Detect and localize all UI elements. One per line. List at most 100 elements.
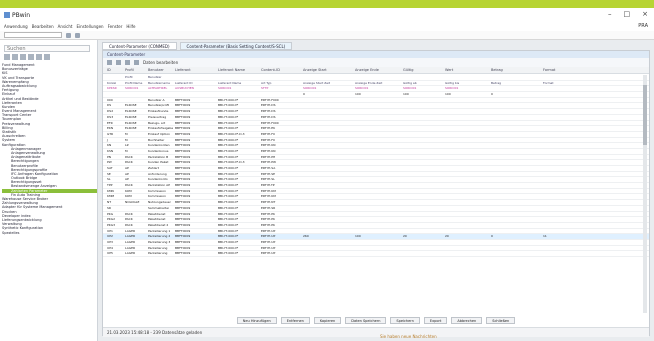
home-icon[interactable] [4,54,10,60]
refresh-icon[interactable] [75,32,80,38]
tree-item[interactable]: Spezielles [2,231,97,235]
table-cell: SORIO01 [303,86,317,91]
favorites-icon[interactable] [12,54,18,60]
table-cell: KPKSR [107,86,117,91]
table-cell: ERTYP-PW [261,160,277,165]
footer-button[interactable]: Entfernen [280,317,310,324]
panel-toolbar: Daten bearbeiten [103,58,649,67]
table-cell: BBI-YT-000-YF [218,126,239,131]
table-cell: BBI-YT-000-YF [218,205,239,210]
menu-item[interactable]: Bearbeiten [32,24,54,29]
table-cell: KN [107,143,112,148]
column-header[interactable]: Betrag [491,68,503,72]
table-cell: BBI-YT-000-YF [218,166,239,170]
column-header[interactable]: Format [543,68,555,72]
table-cell: ERTYP-SL [261,177,275,182]
table-cell: KOM [125,188,132,193]
table-cell: Paketdienst [148,211,166,216]
menu-item[interactable]: Einstellungen [76,24,103,29]
footer-button[interactable]: Export [423,317,448,324]
table-cell: BBFT0009 [175,234,191,239]
toolbar-combobox[interactable] [4,32,62,38]
column-header[interactable]: Wert [445,68,453,72]
document-tab[interactable]: Content-Parameter (CONMED) [102,42,177,50]
table-cell: BBFT0009 [175,143,191,148]
table-cell: Anzeige Start Zeit [303,80,331,85]
filter-icon[interactable] [36,54,42,60]
table-cell: ERTYP-F0 [261,137,275,142]
table-cell: Kundenkonten [148,143,170,148]
sidebar-search-input[interactable]: Suchen [4,45,90,52]
table-cell: M [125,131,128,136]
table-row[interactable]: UP5 LAGER Packetierung BBFT0009 BBI-YT-000-Y… [103,251,649,257]
table-cell: LZ [125,143,129,148]
column-header[interactable]: Anzeige Ende [355,68,379,72]
column-header[interactable]: Profil [125,68,134,72]
table-cell: ERTYP-UP [261,228,276,233]
table-cell: Einkauf Option [148,131,171,136]
column-header[interactable]: Benutzer [148,68,164,72]
history-icon[interactable] [20,54,26,60]
close-icon[interactable]: × [642,10,648,18]
save-icon[interactable] [116,60,121,65]
delete-icon[interactable] [125,60,130,65]
menu-item[interactable]: Hilfe [126,24,135,29]
table-cell: BBFT0009 [175,131,191,136]
scrollbar-thumb[interactable] [643,85,647,145]
column-header[interactable]: Lieferant Name [218,68,245,72]
grid-vertical-scrollbar[interactable] [643,75,647,313]
footer-button[interactable]: Speichern [390,317,420,324]
column-header[interactable]: Gültig [403,68,413,72]
table-cell: Format [543,80,554,85]
footer-button[interactable]: Daten Speichern [345,317,387,324]
help-icon[interactable] [44,54,50,60]
menu-item[interactable]: Anwendung [4,24,28,29]
table-cell: BBFT0009 [175,217,191,222]
filter-icon[interactable] [134,60,139,65]
menu-item[interactable]: Ansicht [58,24,73,29]
column-header[interactable]: Content-ID [261,68,280,72]
navigate-back-icon[interactable] [66,32,71,38]
table-cell: 0 [491,234,493,239]
table-cell: EKN [107,126,114,131]
window-controls: – □ × [608,10,648,18]
table-cell: SE [107,171,111,176]
new-icon[interactable] [107,60,112,65]
column-header[interactable]: Anzeige Start [303,68,327,72]
table-cell: PKG [107,211,114,216]
table-cell: BBI-YT-000-YF [218,137,239,142]
notification-text[interactable]: Sie haben neue Nachrichten [380,334,437,339]
footer-button[interactable]: Abbrechen [451,317,483,324]
table-cell: Packetierung [148,251,168,256]
column-header[interactable]: ID [107,68,111,72]
table-cell: BBI-YT-000-YF [218,183,239,188]
footer-button[interactable]: Schließen [486,317,516,324]
table-cell: 0 [491,92,493,97]
column-header[interactable]: Lieferant [175,68,191,72]
table-cell: BBI-YT-000-YF [218,171,239,176]
menu-item[interactable]: Fenster [108,24,123,29]
table-cell: KOM [125,194,132,199]
table-cell: BBFT0009 [175,222,191,227]
panel-toolbar-label[interactable]: Daten bearbeiten [143,60,178,65]
table-cell: BBFT0009 [175,205,191,210]
table-cell: 0 [303,92,305,97]
table-cell: M [125,148,128,153]
table-cell: ELKOSE [125,126,137,131]
menubar-right-label: PRA [638,23,648,29]
table-cell: DS [107,103,112,108]
table-cell: 100 [445,92,451,97]
table-cell: GTR [107,131,114,136]
footer-button[interactable]: Neu Hinzufügen [236,317,277,324]
table-cell: Betrag [491,80,502,85]
footer-button[interactable]: Kopieren [313,317,342,324]
minimize-icon[interactable]: – [608,10,612,18]
document-tab[interactable]: Content-Parameter (Basis Setting Content… [179,42,293,50]
maximize-icon[interactable]: □ [624,10,631,18]
table-cell: LAGER [125,234,136,239]
app-logo-icon [4,12,10,18]
table-cell: LAGER [125,239,136,244]
settings-icon[interactable] [28,54,34,60]
table-cell: EFR [107,120,113,125]
table-cell: BBI-YT-000-YF-D-3 [218,131,245,136]
